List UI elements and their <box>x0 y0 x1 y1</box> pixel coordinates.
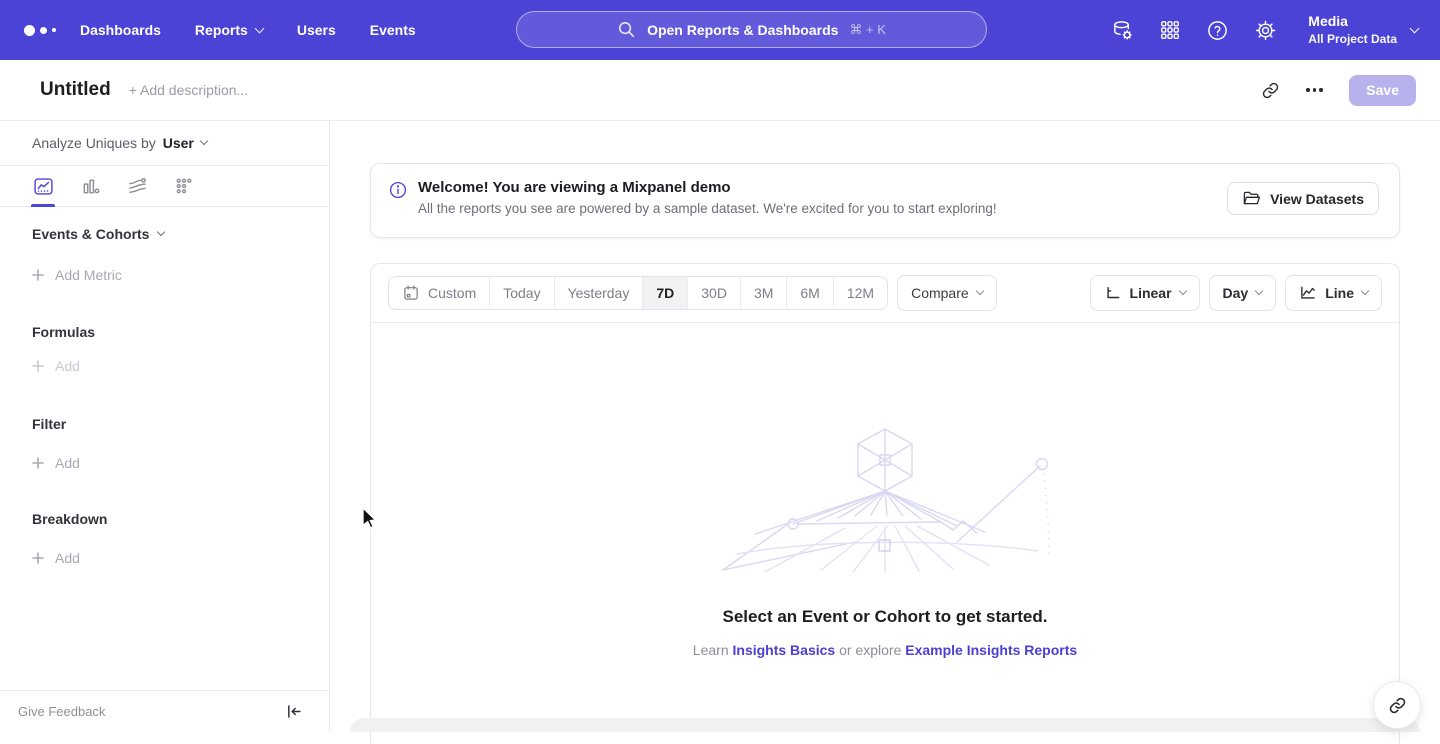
project-selector[interactable]: Media All Project Data <box>1308 12 1418 47</box>
range-6m[interactable]: 6M <box>786 277 832 309</box>
interval-dropdown[interactable]: Day <box>1209 275 1277 311</box>
range-yesterday[interactable]: Yesterday <box>554 277 643 309</box>
project-name: Media <box>1308 12 1397 31</box>
range-custom[interactable]: Custom <box>389 277 489 309</box>
chevron-down-icon <box>1361 287 1369 295</box>
settings-gear-icon[interactable] <box>1254 19 1277 42</box>
folder-icon <box>1242 189 1261 208</box>
chevron-down-icon <box>157 228 165 236</box>
add-metric-button[interactable]: Add Metric <box>32 267 297 283</box>
copy-link-fab[interactable] <box>1373 681 1421 729</box>
calendar-icon <box>402 284 420 302</box>
range-7d[interactable]: 7D <box>642 277 687 309</box>
events-cohorts-heading[interactable]: Events & Cohorts <box>32 226 297 242</box>
viz-tab-line-chart[interactable] <box>32 166 54 206</box>
range-12m[interactable]: 12M <box>833 277 887 309</box>
chevron-down-icon <box>1255 287 1263 295</box>
sidebar-sections: Events & Cohorts Add Metric Formulas Add… <box>0 226 329 566</box>
chart-type-dropdown[interactable]: Line <box>1285 275 1382 311</box>
mixpanel-logo-dots-icon[interactable] <box>24 25 70 36</box>
main-content: Welcome! You are viewing a Mixpanel demo… <box>330 121 1440 732</box>
link-icon <box>1388 696 1407 715</box>
plus-icon <box>32 360 44 372</box>
give-feedback-link[interactable]: Give Feedback <box>18 704 105 719</box>
save-button[interactable]: Save <box>1349 75 1416 106</box>
nav-item-users[interactable]: Users <box>297 22 336 38</box>
nav-left: Dashboards Reports Users Events <box>0 22 416 38</box>
chevron-down-icon <box>254 23 264 33</box>
nav-item-dashboards[interactable]: Dashboards <box>80 22 161 38</box>
plus-icon <box>32 269 44 281</box>
info-icon <box>389 181 407 199</box>
viz-tab-flow[interactable] <box>126 166 148 206</box>
analyze-uniques-row: Analyze Uniques by User <box>0 121 329 166</box>
wireframe-illustration <box>695 422 1075 574</box>
empty-state-title: Select an Event or Cohort to get started… <box>371 607 1399 627</box>
chevron-down-icon <box>1410 24 1420 34</box>
plus-icon <box>32 552 44 564</box>
report-title[interactable]: Untitled <box>40 79 111 101</box>
breakdown-heading: Breakdown <box>32 511 297 527</box>
plus-icon <box>32 457 44 469</box>
viz-tab-bar-chart[interactable] <box>79 166 101 206</box>
nav-items: Dashboards Reports Users Events <box>80 22 416 38</box>
empty-state-hint: Learn Insights Basics or explore Example… <box>371 642 1399 658</box>
chevron-down-icon <box>200 137 208 145</box>
search-placeholder: Open Reports & Dashboards <box>647 22 838 38</box>
search-icon <box>617 20 636 39</box>
scale-dropdown[interactable]: Linear <box>1090 275 1200 311</box>
visualization-tabs <box>0 166 329 207</box>
add-formula-button[interactable]: Add <box>32 358 297 374</box>
filter-heading: Filter <box>32 416 297 432</box>
insights-basics-link[interactable]: Insights Basics <box>733 642 836 658</box>
report-header-actions: Save <box>1253 73 1416 107</box>
more-options-icon[interactable] <box>1297 73 1331 107</box>
scatter-dots-icon <box>174 176 195 197</box>
nav-item-reports[interactable]: Reports <box>195 22 263 38</box>
insights-report-card: Custom Today Yesterday 7D 30D 3M 6M 12M … <box>370 263 1400 744</box>
report-header-bar: Untitled + Add description... Save <box>0 60 1440 121</box>
data-management-icon[interactable] <box>1111 19 1134 42</box>
add-filter-button[interactable]: Add <box>32 455 297 471</box>
nav-right: Media All Project Data <box>1111 0 1418 60</box>
range-3m[interactable]: 3M <box>740 277 786 309</box>
banner-subtitle: All the reports you see are powered by a… <box>418 201 997 216</box>
view-datasets-button[interactable]: View Datasets <box>1227 182 1379 215</box>
formulas-heading: Formulas <box>32 324 297 340</box>
analyze-label: Analyze Uniques by <box>32 135 156 151</box>
range-30d[interactable]: 30D <box>687 277 740 309</box>
nav-item-events[interactable]: Events <box>370 22 416 38</box>
welcome-banner: Welcome! You are viewing a Mixpanel demo… <box>370 163 1400 238</box>
collapse-sidebar-icon[interactable] <box>285 703 302 720</box>
range-today[interactable]: Today <box>489 277 553 309</box>
line-chart-icon <box>33 176 54 197</box>
line-chart-icon <box>1299 284 1317 302</box>
search-shortcut: ⌘ + K <box>849 22 886 38</box>
analyze-by-dropdown[interactable]: User <box>163 135 207 151</box>
flow-sankey-icon <box>127 176 148 197</box>
banner-title: Welcome! You are viewing a Mixpanel demo <box>418 179 997 196</box>
viz-tab-scatter[interactable] <box>173 166 195 206</box>
add-breakdown-button[interactable]: Add <box>32 550 297 566</box>
project-scope: All Project Data <box>1308 31 1397 47</box>
toolbar-right-controls: Linear Day Line <box>1081 275 1382 311</box>
chevron-down-icon <box>975 287 983 295</box>
copy-link-icon[interactable] <box>1253 73 1287 107</box>
sidebar-footer: Give Feedback <box>0 690 329 732</box>
breakdown-table-peek <box>350 718 1420 732</box>
compare-dropdown[interactable]: Compare <box>897 275 997 311</box>
date-range-segmented-control: Custom Today Yesterday 7D 30D 3M 6M 12M <box>388 276 888 310</box>
report-description-placeholder[interactable]: + Add description... <box>129 82 248 98</box>
top-navigation: Dashboards Reports Users Events Open Rep… <box>0 0 1440 60</box>
axes-icon <box>1104 284 1122 302</box>
query-builder-sidebar: Analyze Uniques by User <box>0 121 330 732</box>
apps-grid-icon[interactable] <box>1159 19 1181 41</box>
global-search-input[interactable]: Open Reports & Dashboards ⌘ + K <box>516 11 987 48</box>
help-icon[interactable] <box>1206 19 1229 42</box>
bar-chart-icon <box>80 176 101 197</box>
report-toolbar: Custom Today Yesterday 7D 30D 3M 6M 12M … <box>371 264 1399 323</box>
empty-state: Select an Event or Cohort to get started… <box>371 422 1399 658</box>
chevron-down-icon <box>1178 287 1186 295</box>
example-insights-reports-link[interactable]: Example Insights Reports <box>905 642 1077 658</box>
